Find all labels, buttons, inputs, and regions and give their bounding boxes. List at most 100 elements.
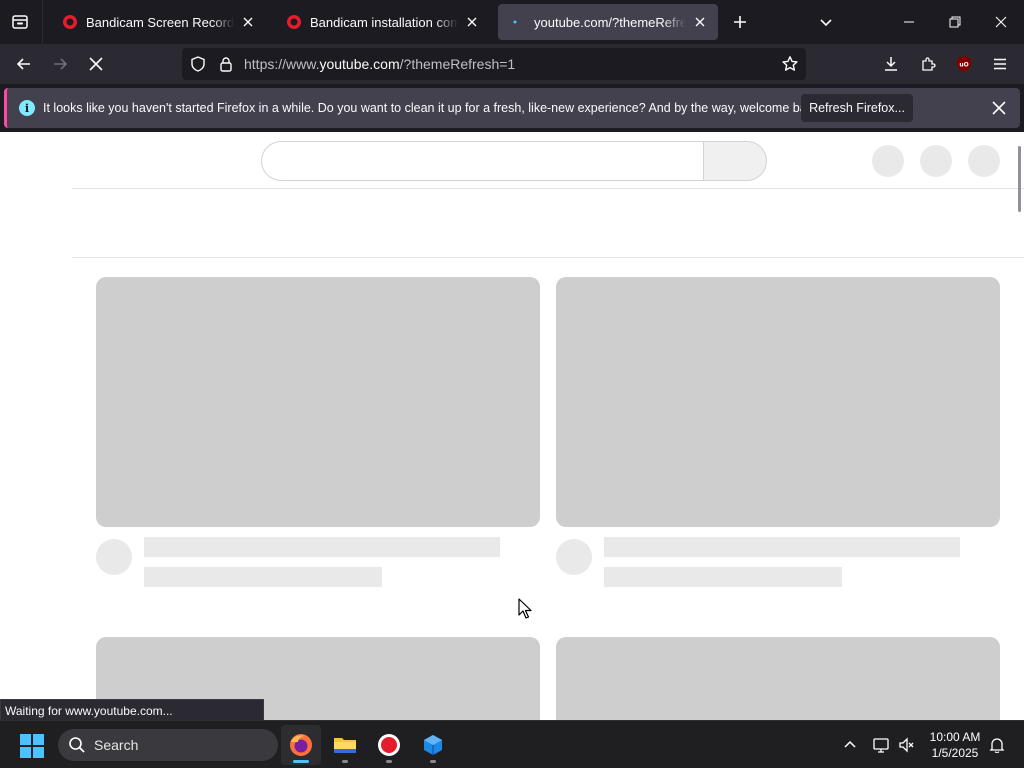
- running-indicator: [430, 760, 436, 763]
- bell-icon: [989, 738, 1005, 753]
- chevron-up-icon: [844, 740, 856, 748]
- ublock-origin-button[interactable]: uO: [950, 50, 978, 78]
- bandicam-favicon-icon: [286, 14, 302, 30]
- search-icon: [69, 737, 85, 753]
- search-input-placeholder[interactable]: [261, 141, 703, 181]
- video-thumbnail-placeholder: [556, 637, 1000, 720]
- minimize-button[interactable]: [886, 0, 932, 44]
- forward-arrow-icon: [54, 58, 68, 70]
- channel-avatar-placeholder: [96, 539, 132, 575]
- network-button[interactable]: [869, 733, 893, 757]
- refresh-firefox-notification: i It looks like you haven't started Fire…: [4, 88, 1020, 128]
- svg-text:uO: uO: [959, 62, 968, 69]
- page-scrollbar[interactable]: [1018, 146, 1021, 212]
- bandicam-favicon-icon: [62, 14, 78, 30]
- tab-title: Bandicam installation complete: [310, 14, 458, 30]
- forward-button[interactable]: [46, 50, 74, 78]
- back-arrow-icon: [16, 58, 30, 70]
- list-all-tabs-button[interactable]: [814, 10, 838, 34]
- tab-separator: [42, 0, 43, 44]
- header-divider: [72, 188, 1024, 189]
- url-path: /?themeRefresh=1: [399, 56, 516, 72]
- taskbar: Search 10:00 AM 1/5/2025: [0, 720, 1024, 768]
- video-title-placeholder: [144, 537, 500, 557]
- taskbar-search-box[interactable]: Search: [58, 729, 278, 761]
- running-indicator: [386, 760, 392, 763]
- stop-loading-button[interactable]: [82, 50, 110, 78]
- new-tab-button[interactable]: [728, 10, 752, 34]
- search-label: Search: [94, 737, 139, 753]
- stop-icon: [89, 57, 103, 71]
- url-prefix: https://www.: [244, 56, 320, 72]
- taskbar-file-explorer[interactable]: [325, 725, 365, 765]
- tracking-protection-shield-icon[interactable]: [188, 54, 208, 74]
- notification-close-icon[interactable]: [989, 98, 1009, 118]
- url-host: youtube.com: [319, 56, 400, 72]
- firefox-view-button[interactable]: [8, 10, 32, 34]
- app-menu-button[interactable]: [986, 50, 1014, 78]
- refresh-firefox-button[interactable]: Refresh Firefox...: [801, 94, 913, 122]
- tab-youtube[interactable]: youtube.com/?themeRefresh=1: [498, 4, 718, 40]
- running-indicator: [342, 760, 348, 763]
- taskbar-firefox[interactable]: [281, 725, 321, 765]
- back-button[interactable]: [10, 50, 38, 78]
- url-text[interactable]: https://www.youtube.com/?themeRefresh=1: [244, 56, 515, 72]
- firefox-view-icon: [12, 15, 28, 29]
- tab-title: Bandicam Screen Recorder Dow: [86, 14, 234, 30]
- tab-bandicam-download[interactable]: Bandicam Screen Recorder Dow: [50, 4, 266, 40]
- bookmark-star-icon[interactable]: [780, 54, 800, 74]
- downloads-button[interactable]: [877, 50, 905, 78]
- taskbar-package-app[interactable]: [413, 725, 453, 765]
- close-icon: [995, 16, 1007, 28]
- notification-message: It looks like you haven't started Firefo…: [43, 101, 823, 115]
- tab-close-icon[interactable]: [692, 14, 708, 30]
- address-bar[interactable]: https://www.youtube.com/?themeRefresh=1: [182, 48, 806, 80]
- clock-date: 1/5/2025: [931, 746, 979, 760]
- loading-dot-icon: [510, 14, 526, 30]
- plus-icon: [734, 16, 746, 28]
- bandicam-record-icon: [378, 734, 400, 756]
- tab-strip: Bandicam Screen Recorder Dow Bandicam in…: [0, 0, 1024, 44]
- show-hidden-icons-button[interactable]: [838, 733, 862, 757]
- hamburger-menu-icon: [994, 58, 1006, 70]
- lock-icon[interactable]: [216, 54, 236, 74]
- search-button-placeholder[interactable]: [703, 141, 767, 181]
- minimize-icon: [904, 21, 914, 23]
- download-icon: [885, 57, 897, 71]
- volume-button[interactable]: [895, 733, 919, 757]
- video-thumbnail-placeholder: [556, 277, 1000, 527]
- firefox-icon: [290, 734, 312, 756]
- close-window-button[interactable]: [978, 0, 1024, 44]
- video-meta-placeholder: [604, 567, 842, 587]
- video-thumbnail-placeholder: [96, 277, 540, 527]
- tab-close-icon[interactable]: [464, 14, 480, 30]
- network-icon: [873, 738, 889, 753]
- mouse-cursor-icon: [518, 598, 532, 619]
- navigation-toolbar: https://www.youtube.com/?themeRefresh=1 …: [0, 44, 1024, 84]
- tab-bandicam-installation[interactable]: Bandicam installation complete: [274, 4, 490, 40]
- ublock-shield-icon: uO: [957, 56, 971, 72]
- tab-close-icon[interactable]: [240, 14, 256, 30]
- tab-title: youtube.com/?themeRefresh=1: [534, 14, 686, 30]
- chips-divider: [72, 257, 1024, 258]
- extensions-button[interactable]: [914, 50, 942, 78]
- header-icon-placeholder: [968, 145, 1000, 177]
- chevron-down-icon: [820, 19, 832, 27]
- web-content: [0, 132, 1024, 720]
- header-icon-placeholder: [872, 145, 904, 177]
- puzzle-icon: [922, 57, 936, 71]
- restore-icon: [949, 16, 961, 28]
- info-icon: i: [19, 100, 35, 116]
- package-box-icon: [424, 735, 442, 755]
- channel-avatar-placeholder: [556, 539, 592, 575]
- taskbar-clock[interactable]: 10:00 AM 1/5/2025: [920, 729, 990, 761]
- windows-start-icon[interactable]: [20, 734, 44, 758]
- video-meta-placeholder: [144, 567, 382, 587]
- video-title-placeholder: [604, 537, 960, 557]
- restore-button[interactable]: [932, 0, 978, 44]
- active-indicator: [293, 760, 309, 763]
- taskbar-bandicam[interactable]: [369, 725, 409, 765]
- status-panel: Waiting for www.youtube.com...: [0, 699, 264, 721]
- volume-muted-icon: [899, 737, 914, 753]
- notifications-button[interactable]: [985, 733, 1009, 757]
